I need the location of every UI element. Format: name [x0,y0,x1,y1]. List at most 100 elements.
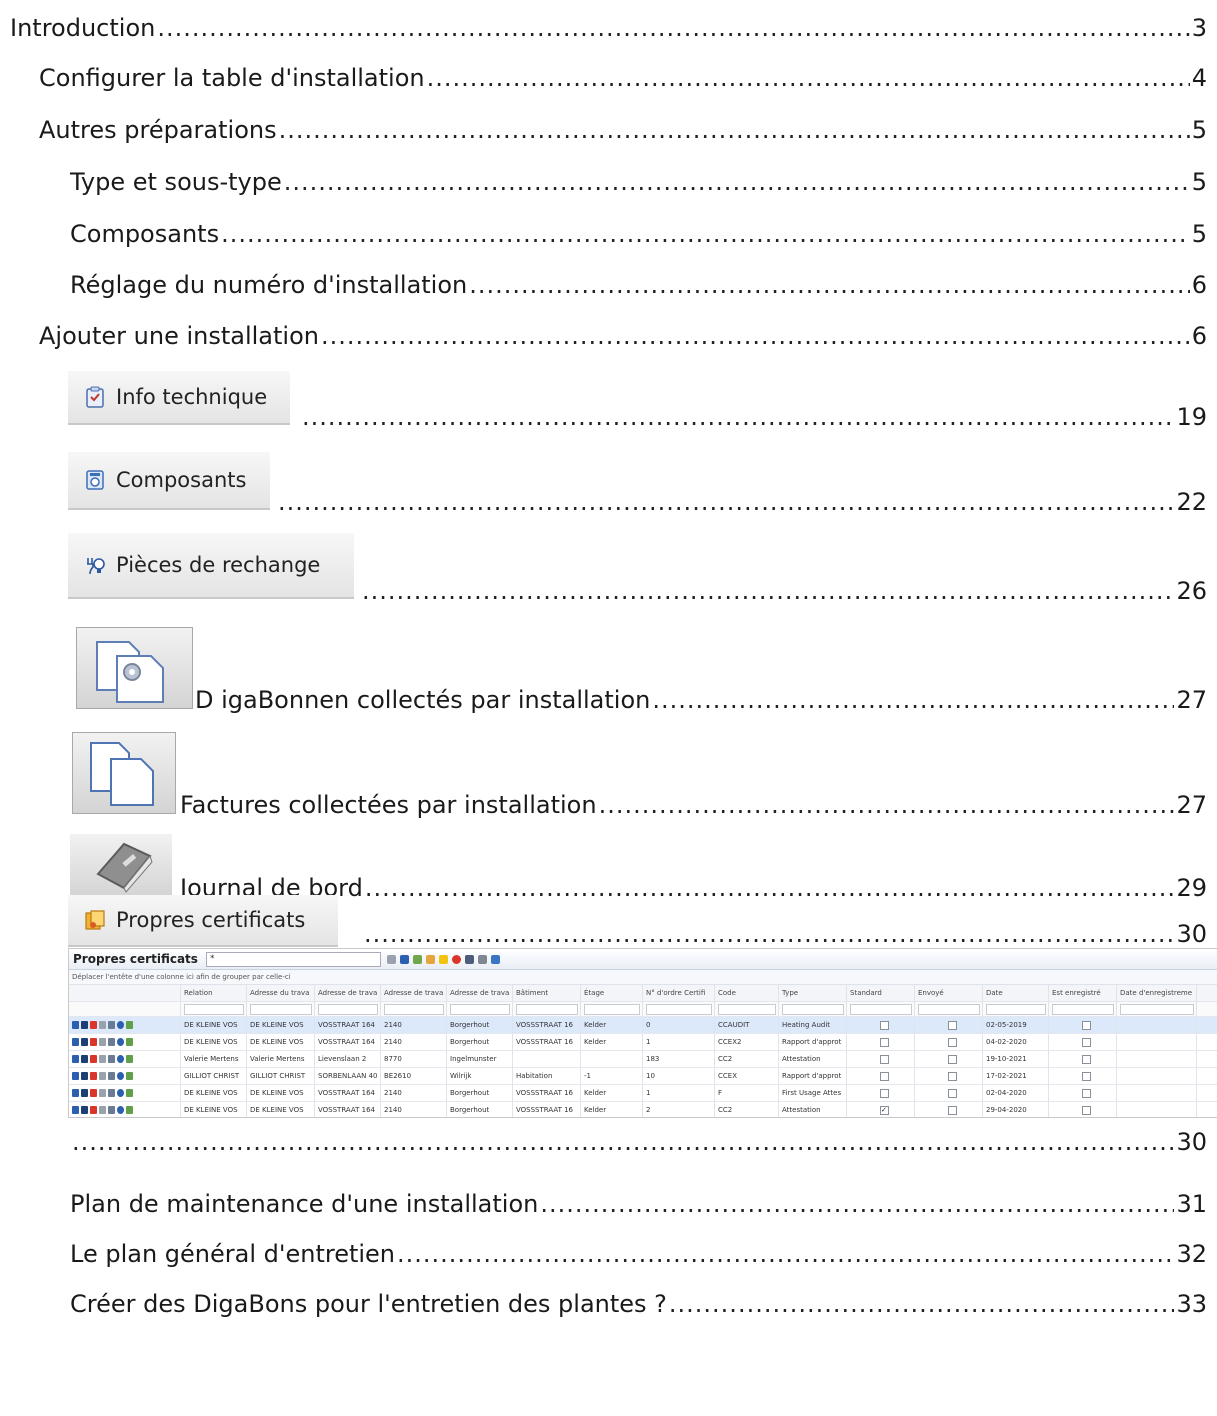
column-filter-input[interactable] [581,1002,643,1016]
column-filter-input[interactable] [643,1002,715,1016]
tree-icon[interactable] [126,1089,133,1097]
checkbox[interactable] [948,1088,957,1098]
column-filter-input[interactable] [513,1002,581,1016]
pdf-icon[interactable] [90,1055,97,1063]
column-header[interactable]: Étage [581,985,643,1001]
column-filter-input[interactable] [715,1002,779,1016]
record-icon[interactable] [451,954,461,964]
status-icon[interactable] [117,1038,124,1046]
tree-icon[interactable] [126,1021,133,1029]
column-header[interactable]: Standard [847,985,915,1001]
report-icon[interactable] [108,1055,115,1063]
column-filter-input[interactable] [915,1002,983,1016]
column-header[interactable]: Envoyé [915,985,983,1001]
checkbox[interactable] [880,1054,889,1064]
column-header[interactable]: Adresse du trava [247,985,315,1001]
column-header[interactable]: Code [715,985,779,1001]
row-actions[interactable] [69,1085,181,1101]
print-icon[interactable] [477,954,487,964]
column-filter-input[interactable] [1117,1002,1197,1016]
checkbox[interactable] [1082,1105,1091,1115]
copy-icon[interactable] [99,1106,106,1114]
digabonnen-tile[interactable] [76,627,193,709]
info-icon[interactable] [81,1055,88,1063]
info-icon[interactable] [81,1072,88,1080]
gear-icon[interactable] [490,954,500,964]
status-icon[interactable] [117,1106,124,1114]
status-icon[interactable] [117,1089,124,1097]
checkbox[interactable] [880,1020,889,1030]
pieces-de-rechange-button[interactable]: Pièces de rechange [68,533,354,599]
propres-certificats-button[interactable]: Propres certificats [68,895,338,947]
column-header[interactable]: Bâtiment [513,985,581,1001]
column-filter-input[interactable] [447,1002,513,1016]
toc-entry[interactable]: Plan de maintenance d'une installation31 [70,1190,1207,1218]
table-row[interactable]: DE KLEINE VOS DE KLEINE VOS VOSSTRAAT 164 2… [69,1017,1217,1034]
toc-entry[interactable]: Factures collectées par installation27 [180,791,1207,819]
delete-icon[interactable] [72,1021,79,1029]
checkbox[interactable] [1082,1020,1091,1030]
checkbox[interactable] [948,1020,957,1030]
table-row[interactable]: GILLIOT CHRIST GILLIOT CHRIST SORBENLAAN 4… [69,1068,1217,1085]
table-row[interactable]: DE KLEINE VOS DE KLEINE VOS VOSSTRAAT 164 2… [69,1034,1217,1051]
toc-entry[interactable]: Type et sous-type5 [70,168,1207,196]
composants-button[interactable]: Composants [68,452,270,510]
toc-entry[interactable]: Autres préparations5 [39,116,1207,144]
toc-entry[interactable]: 22 [276,488,1207,516]
checkbox[interactable] [880,1105,889,1115]
checkbox[interactable] [948,1071,957,1081]
column-filter-input[interactable] [247,1002,315,1016]
row-actions[interactable] [69,1068,181,1084]
table-row[interactable]: Valerie Mertens Valerie Mertens Lievenslaa… [69,1051,1217,1068]
delete-icon[interactable] [72,1055,79,1063]
save-icon[interactable] [464,954,474,964]
table-row[interactable]: DE KLEINE VOS DE KLEINE VOS VOSSTRAAT 164 2… [69,1102,1217,1117]
row-actions[interactable] [69,1034,181,1050]
report-icon[interactable] [108,1021,115,1029]
table-row[interactable]: DE KLEINE VOS DE KLEINE VOS VOSSTRAAT 164 2… [69,1085,1217,1102]
copy-icon[interactable] [99,1038,106,1046]
tree-icon[interactable] [126,1106,133,1114]
copy-icon[interactable] [99,1089,106,1097]
checkbox[interactable] [948,1054,957,1064]
report-icon[interactable] [108,1072,115,1080]
column-filter-input[interactable] [983,1002,1049,1016]
report-icon[interactable] [108,1106,115,1114]
column-filter-input[interactable] [779,1002,847,1016]
column-header[interactable]: Adresse de trava [447,985,513,1001]
info-technique-button[interactable]: Info technique [68,371,290,425]
report-icon[interactable] [108,1089,115,1097]
checkbox[interactable] [1082,1054,1091,1064]
checkbox[interactable] [1082,1037,1091,1047]
toc-entry[interactable]: 19 [300,403,1207,431]
clear-icon[interactable] [386,954,396,964]
pdf-icon[interactable] [90,1089,97,1097]
column-header[interactable]: N° d'ordre Certifi [643,985,715,1001]
status-icon[interactable] [117,1072,124,1080]
status-icon[interactable] [117,1055,124,1063]
factures-tile[interactable] [72,732,176,814]
column-header[interactable]: Adresse de trava [381,985,447,1001]
pdf-icon[interactable] [90,1021,97,1029]
column-header[interactable]: Est enregistré [1049,985,1117,1001]
search-icon[interactable] [399,954,409,964]
filter-icon[interactable] [425,954,435,964]
row-actions[interactable] [69,1017,181,1033]
column-filter-input[interactable] [381,1002,447,1016]
checkbox[interactable] [880,1037,889,1047]
copy-icon[interactable] [99,1055,106,1063]
toc-entry[interactable]: Ajouter une installation6 [39,322,1207,350]
row-actions[interactable] [69,1051,181,1067]
pdf-icon[interactable] [90,1072,97,1080]
toc-entry[interactable]: Réglage du numéro d'installation6 [70,271,1207,299]
checkbox[interactable] [1082,1088,1091,1098]
toc-entry[interactable]: D igaBonnen collectés par installation27 [195,686,1207,714]
toc-entry[interactable]: Le plan général d'entretien32 [70,1240,1207,1268]
info-icon[interactable] [81,1021,88,1029]
checkbox[interactable] [880,1071,889,1081]
tree-icon[interactable] [126,1055,133,1063]
info-icon[interactable] [81,1106,88,1114]
toc-entry[interactable]: Composants5 [70,220,1207,248]
toc-entry[interactable]: 26 [360,577,1207,605]
edit-icon[interactable] [412,954,422,964]
